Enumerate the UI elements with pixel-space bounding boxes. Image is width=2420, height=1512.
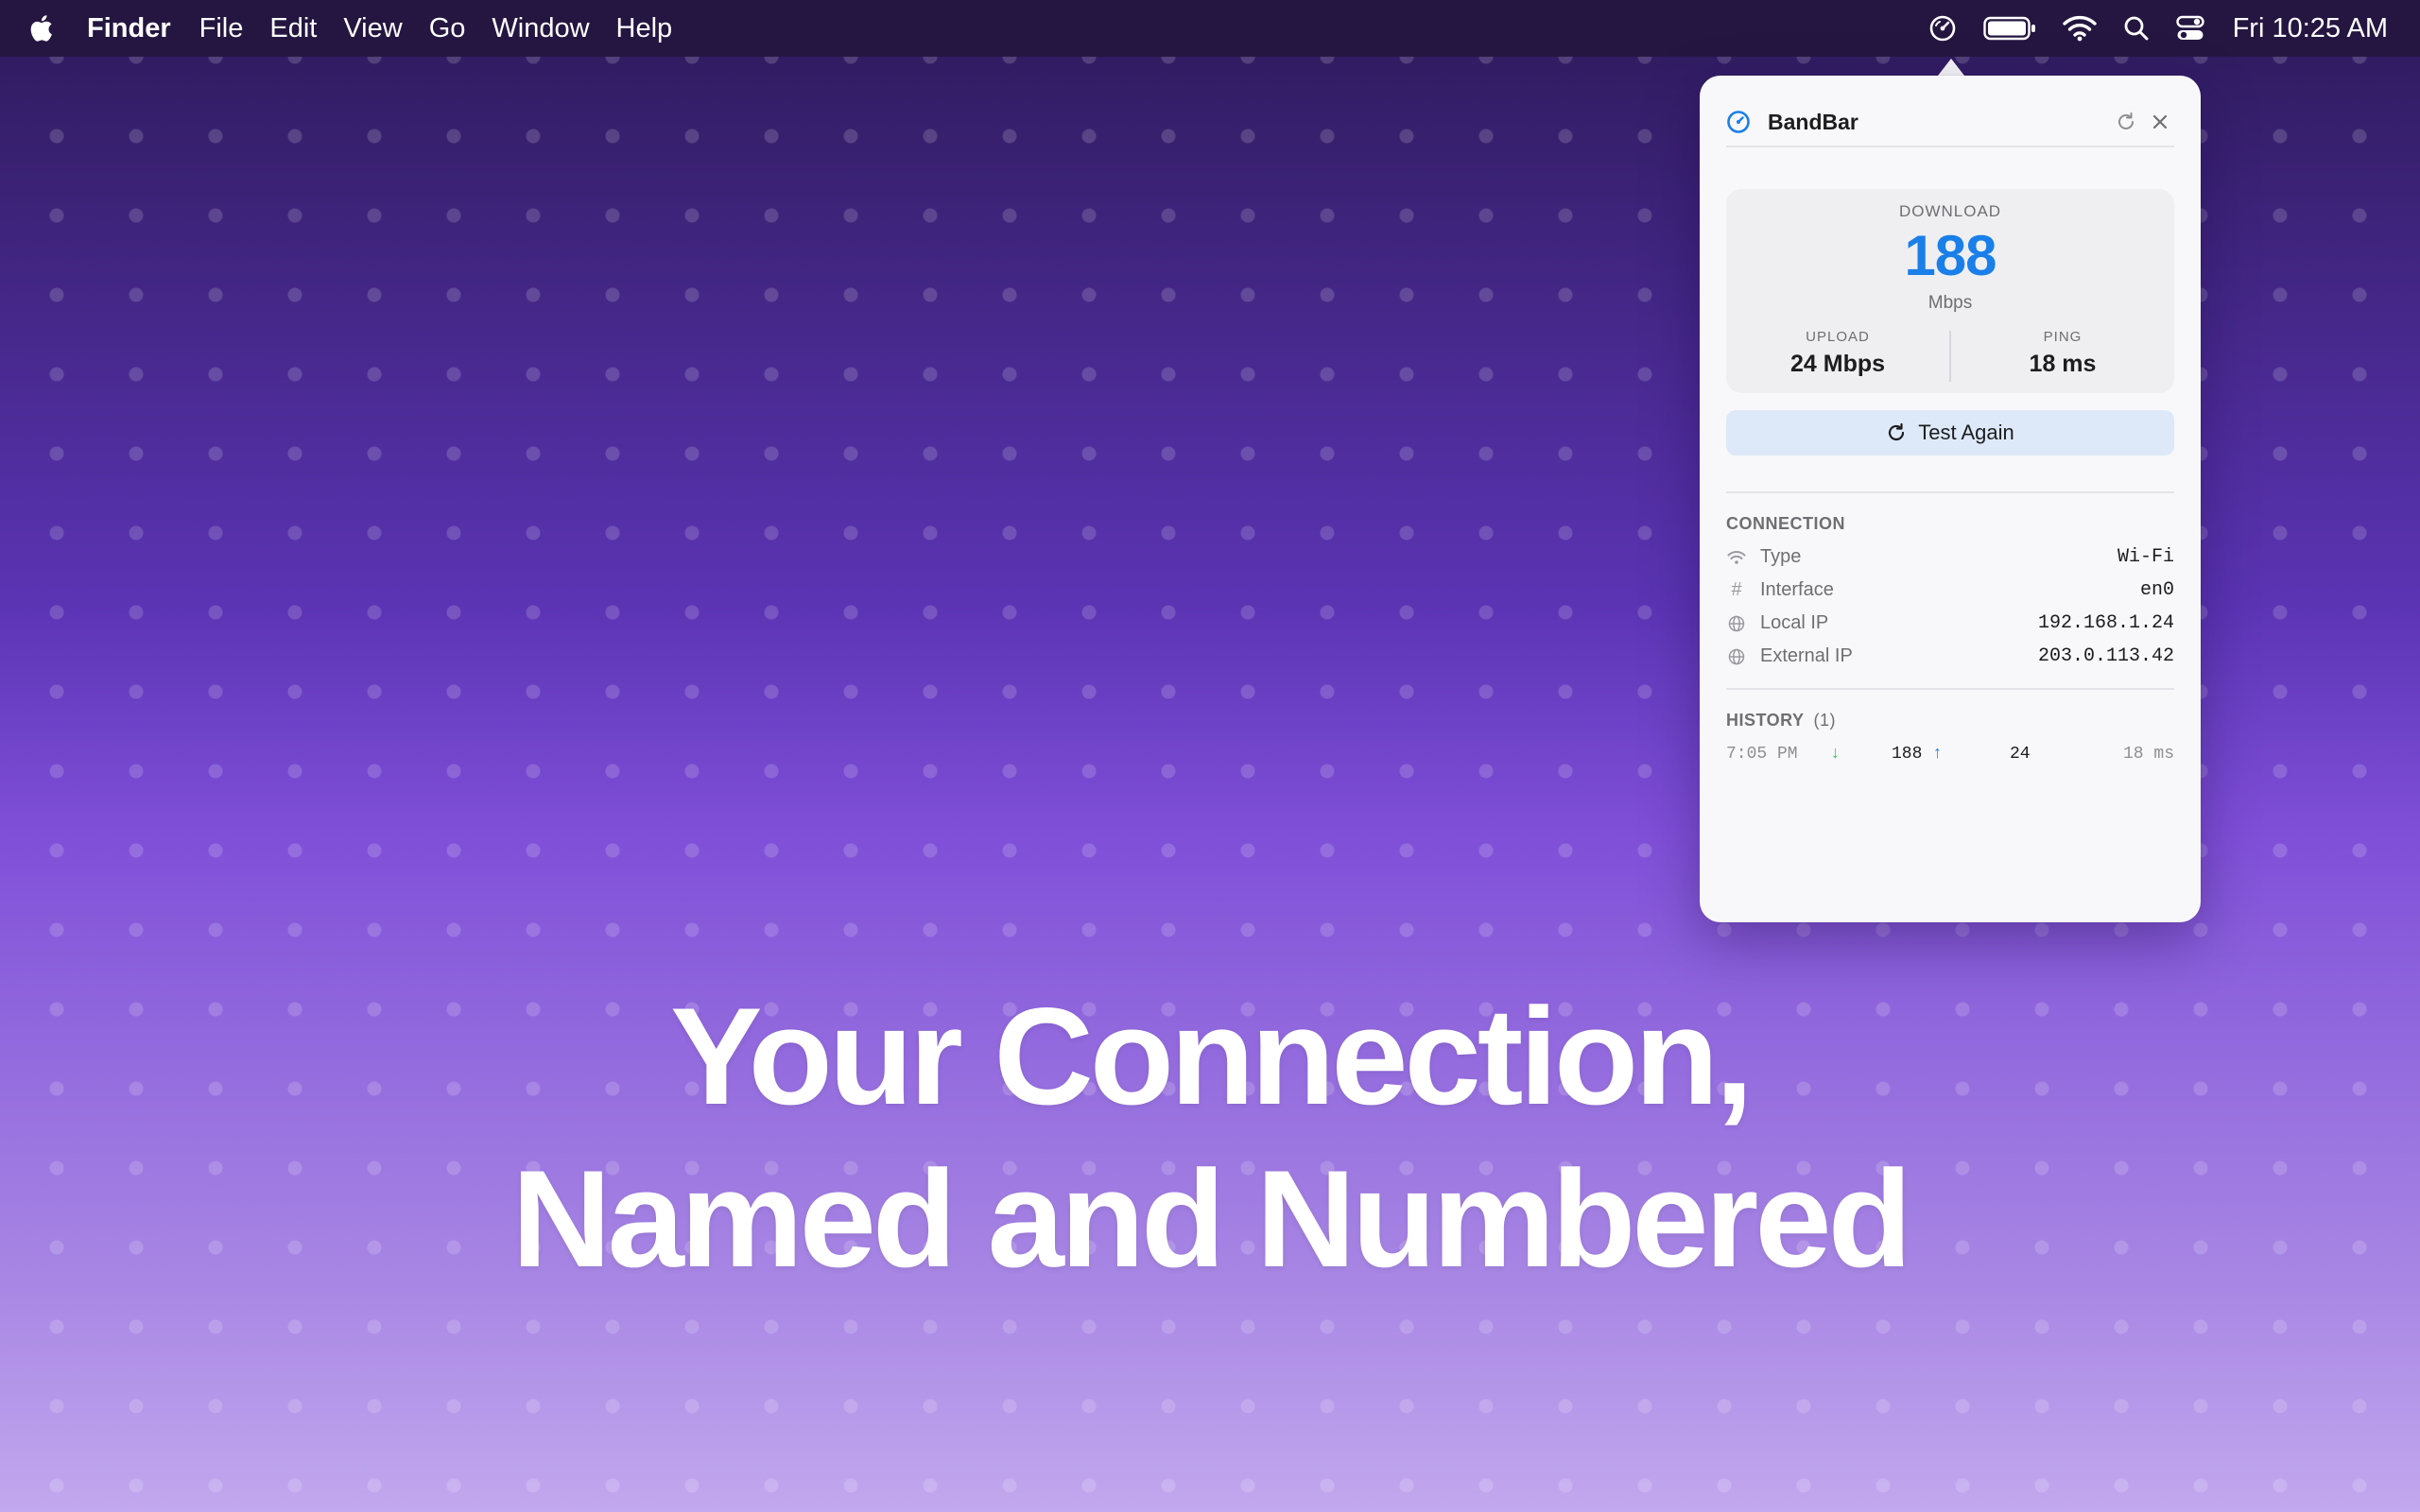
upload-value: 24 Mbps — [1789, 351, 1886, 377]
close-icon[interactable] — [2146, 108, 2174, 136]
connection-row-local-ip: Local IP 192.168.1.24 — [1726, 607, 2174, 640]
section-divider — [1726, 491, 2174, 493]
ping-label: PING — [2043, 329, 2083, 345]
wifi-icon[interactable] — [2062, 15, 2097, 42]
connection-row-type: Type Wi-Fi — [1726, 541, 2174, 574]
connection-value: 192.168.1.24 — [2037, 612, 2174, 634]
connection-value: 203.0.113.42 — [2037, 645, 2174, 667]
connection-key: Type — [1760, 546, 1802, 567]
globe-icon — [1726, 646, 1747, 667]
history-time: 7:05 PM — [1726, 745, 1798, 764]
menu-go[interactable]: Go — [429, 13, 466, 44]
menu-file[interactable]: File — [199, 13, 244, 44]
test-again-label: Test Again — [1918, 421, 2014, 444]
download-unit: Mbps — [1927, 293, 1973, 313]
hash-icon: # — [1731, 579, 1742, 600]
apple-menu-icon[interactable] — [28, 12, 57, 44]
history-title: HISTORY (1) — [1726, 711, 1836, 730]
download-arrow-icon: ↓ — [1830, 745, 1841, 764]
ping-stat: PING 18 ms — [1951, 329, 2174, 384]
test-again-button[interactable]: Test Again — [1726, 410, 2174, 455]
menu-window[interactable]: Window — [492, 13, 589, 44]
app-title: BandBar — [1768, 109, 1858, 134]
connection-value: en0 — [2139, 579, 2174, 601]
menubar-clock[interactable]: Fri 10:25 AM — [2233, 13, 2388, 44]
refresh-icon — [1889, 422, 1905, 441]
upload-arrow-icon: ↑ — [1932, 745, 1943, 764]
connection-key: Local IP — [1760, 612, 1829, 633]
wifi-icon — [1726, 547, 1747, 568]
download-value: 188 — [1904, 224, 1996, 287]
connection-row-interface: # Interface en0 — [1726, 574, 2174, 607]
history-ping: 18 ms — [2122, 745, 2174, 764]
connection-value: Wi-Fi — [2117, 546, 2174, 568]
headline-line-1: Your Connection, — [670, 979, 1754, 1133]
headline-line-2: Named and Numbered — [511, 1142, 1912, 1296]
popover-header: BandBar — [1726, 98, 2174, 147]
control-center-icon[interactable] — [2175, 15, 2204, 42]
refresh-icon[interactable] — [2112, 108, 2140, 136]
connection-title: CONNECTION — [1726, 514, 1845, 533]
menu-app-name[interactable]: Finder — [87, 13, 171, 44]
bandbar-popover: BandBar DOWNLOAD 188 Mbps UPLOAD 24 Mbps… — [1700, 76, 2201, 922]
search-icon[interactable] — [2123, 15, 2150, 42]
upload-label: UPLOAD — [1806, 329, 1870, 345]
download-label: DOWNLOAD — [1898, 202, 2002, 220]
section-divider — [1726, 688, 2174, 690]
history-upload: 24 — [2010, 745, 2031, 764]
history-label: HISTORY — [1726, 711, 1805, 730]
menu-help[interactable]: Help — [616, 13, 673, 44]
history-row[interactable]: 7:05 PM ↓ 188 ↑ 24 18 ms — [1726, 737, 2174, 771]
connection-key: External IP — [1760, 645, 1853, 666]
speedometer-icon[interactable] — [1928, 14, 1957, 43]
hero-headline: Your Connection, Named and Numbered — [0, 975, 2420, 1300]
history-download: 188 — [1892, 745, 1923, 764]
popover-caret — [1938, 59, 1964, 76]
speed-result-card: DOWNLOAD 188 Mbps UPLOAD 24 Mbps PING 18… — [1726, 189, 2174, 393]
ping-value: 18 ms — [2029, 351, 2097, 377]
battery-icon[interactable] — [1982, 16, 2036, 41]
sub-stats: UPLOAD 24 Mbps PING 18 ms — [1726, 329, 2174, 384]
history-count: (1) — [1813, 711, 1837, 730]
globe-icon — [1726, 613, 1747, 634]
connection-key: Interface — [1760, 579, 1834, 600]
connection-row-external-ip: External IP 203.0.113.42 — [1726, 640, 2174, 673]
bandbar-logo-icon — [1726, 109, 1753, 135]
menu-view[interactable]: View — [343, 13, 402, 44]
menu-bar: Finder File Edit View Go Window Help Fri… — [0, 0, 2420, 57]
menu-edit[interactable]: Edit — [269, 13, 317, 44]
upload-stat: UPLOAD 24 Mbps — [1726, 329, 1949, 384]
